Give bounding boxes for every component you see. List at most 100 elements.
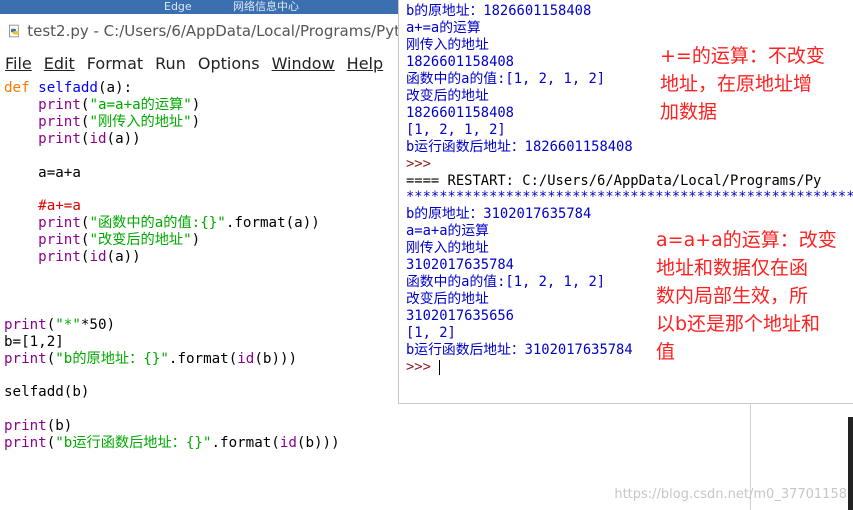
annotation-line: 地址和数据仅在函 [656,257,809,279]
code-line: b=[1,2] [4,334,340,351]
code-token: ( [46,316,56,333]
menu-window[interactable]: Window [272,54,335,73]
shell-text: [1, 2, 1, 2] [406,121,506,138]
code-token: id [89,130,107,147]
code-line: def selfadd(a): [4,80,340,97]
code-line: a=a+a [4,165,340,182]
code-line: print("b运行函数后地址：{}".format(id(b))) [4,435,340,452]
code-token: "刚传入的地址" [89,113,192,130]
code-token: "*" [55,316,81,333]
menu-options[interactable]: Options [198,54,260,73]
code-token: print [4,435,47,452]
shell-prompt: >>> [406,359,440,376]
shell-line: a+=a的运算 [406,20,853,37]
menu-edit[interactable]: Edit [44,54,75,73]
code-token: ) [191,96,201,113]
code-line: print(id(a)) [4,131,340,148]
watermark: https://blog.csdn.net/m0_37701158 [614,487,847,502]
shell-text: 1826601158408 [406,53,514,70]
code-editor-text[interactable]: def selfadd(a): print("a=a+a的运算") print(… [4,80,340,452]
shell-text: 函数中的a的值:[1, 2, 1, 2] [406,274,606,291]
code-token: a=a+a [4,164,81,181]
shell-text: 3102017635656 [406,308,514,325]
shell-text: [1, 2] [406,325,456,342]
code-token: id [279,435,297,452]
menu-help-label: Help [346,53,384,73]
code-token: def [4,80,39,96]
code-line: print("改变后的地址") [4,232,340,249]
menu-edit-label: Edit [43,53,75,73]
code-token: print [38,232,81,249]
shell-text: a+=a的运算 [406,19,481,36]
code-line: print("a=a+a的运算") [4,97,340,114]
code-token: id [89,249,107,266]
code-line: print(b) [4,418,340,435]
idle-editor-window: test2.py - C:/Users/6/AppData/Local/Prog… [0,14,400,510]
code-token: print [4,316,47,333]
shell-text: 刚传入的地址 [406,240,489,257]
annotation-line: 数内局部生效，所 [656,285,809,307]
code-token: "改变后的地址" [89,232,192,249]
code-token: .format( [211,435,280,452]
scrollbar[interactable] [848,417,853,510]
code-token: (b))) [296,435,340,452]
menu-format-label: Format [86,53,144,73]
menu-run[interactable]: Run [155,54,186,73]
shell-line: b运行函数后地址：1826601158408 [406,139,853,156]
menu-options-label: Options [197,53,260,73]
code-token: print [38,96,81,113]
python-file-icon [9,24,19,38]
code-token: "b运行函数后地址：{}" [55,435,212,452]
menu-window-label: Window [271,53,335,73]
code-line: selfadd(b) [4,384,340,401]
shell-prompt: >>> [406,155,440,172]
code-token: "a=a+a的运算" [89,96,192,113]
code-line: print("刚传入的地址") [4,114,340,131]
code-token: ) [191,232,201,249]
code-token: print [4,418,47,435]
shell-line: ****************************************… [406,189,853,206]
shell-text: 刚传入的地址 [406,36,489,53]
shell-text: 函数中的a的值:[1, 2, 1, 2] [406,70,606,87]
code-token: ( [46,350,56,367]
code-line: print("*"*50) [4,317,340,334]
menu-file-label: File [5,53,32,73]
menu-format[interactable]: Format [87,54,143,73]
shell-text: 1826601158408 [406,104,514,121]
code-token: (a)) [106,249,141,266]
code-token: .format(a)) [225,215,320,232]
code-token: b=[1,2] [4,333,64,350]
menu-help[interactable]: Help [347,54,383,73]
code-line: print("函数中的a的值:{}".format(a)) [4,215,340,232]
annotation-line: 值 [656,341,676,363]
code-line: print(id(a)) [4,249,340,266]
shell-text: ****************************************… [406,189,853,206]
shell-text: b运行函数后地址：1826601158408 [406,138,633,155]
menu-run-label: Run [155,53,186,73]
annotation-line: 加数据 [660,101,718,123]
annotation-line: +=的运算：不改变 [660,45,825,67]
editor-title: test2.py - C:/Users/6/AppData/Local/Prog… [27,22,400,40]
code-token: print [38,113,81,130]
desktop-item-edge[interactable]: Edge [164,0,192,13]
editor-titlebar[interactable]: test2.py - C:/Users/6/AppData/Local/Prog… [0,14,400,48]
code-token: (a)) [106,130,141,147]
shell-line: >>> [406,156,853,173]
desktop-item-network-center[interactable]: 网络信息中心 [233,0,299,13]
shell-text: b运行函数后地址：3102017635784 [406,342,633,359]
menu-file[interactable]: File [5,54,32,73]
code-token: selfadd [38,80,98,96]
shell-line: ==== RESTART: C:/Users/6/AppData/Local/P… [406,173,853,190]
shell-text: ==== RESTART: C:/Users/6/AppData/Local/P… [406,172,822,189]
shell-text: b的原地址：3102017635784 [406,206,592,223]
